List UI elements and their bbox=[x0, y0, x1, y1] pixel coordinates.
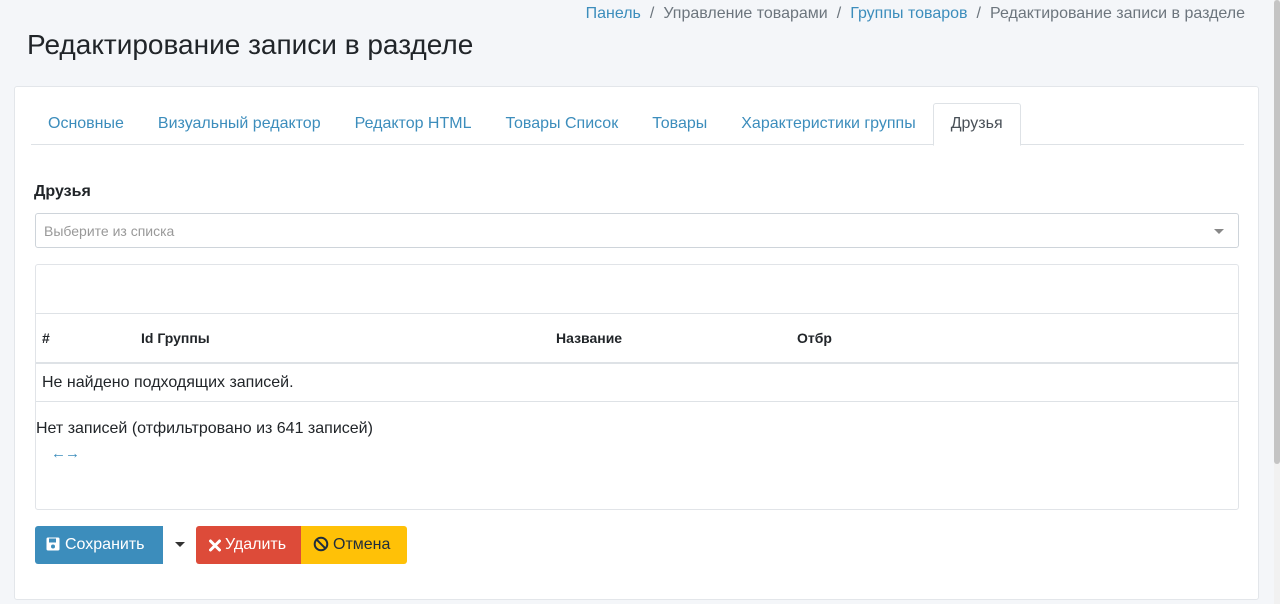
column-header-number[interactable]: # bbox=[42, 330, 50, 346]
page-scrollbar-thumb[interactable] bbox=[1274, 0, 1280, 464]
breadcrumb-item-products-management: Управление товарами bbox=[663, 5, 828, 22]
tab-products[interactable]: Товары bbox=[635, 103, 724, 145]
tab-products-list[interactable]: Товары Список bbox=[488, 103, 635, 145]
tab-visual-editor[interactable]: Визуальный редактор bbox=[141, 103, 338, 145]
tab-friends[interactable]: Друзья bbox=[932, 103, 1021, 146]
friends-label: Друзья bbox=[34, 183, 91, 200]
edit-card: Основные Визуальный редактор Редактор HT… bbox=[14, 86, 1259, 600]
caret-down-icon bbox=[175, 542, 185, 547]
breadcrumb: Панель / Управление товарами / Группы то… bbox=[586, 4, 1245, 24]
breadcrumb-separator: / bbox=[836, 5, 842, 22]
tab-bar: Основные Визуальный редактор Редактор HT… bbox=[31, 103, 1244, 146]
tab-html-editor[interactable]: Редактор HTML bbox=[338, 103, 489, 145]
column-header-name[interactable]: Название bbox=[556, 330, 622, 346]
ban-icon bbox=[313, 536, 329, 552]
save-options-dropdown-button[interactable] bbox=[163, 526, 195, 564]
page-title: Редактирование записи в разделе bbox=[27, 29, 474, 60]
friends-select-placeholder: Выберите из списка bbox=[44, 223, 175, 239]
grid-empty-row: Не найдено подходящих записей. bbox=[36, 364, 1238, 402]
delete-button[interactable]: Удалить bbox=[196, 526, 301, 564]
chevron-down-icon bbox=[1214, 229, 1224, 234]
grid-summary: Нет записей (отфильтровано из 641 записе… bbox=[36, 420, 373, 437]
pager-arrows-icon[interactable]: ←→ bbox=[51, 445, 80, 462]
grid-empty-text: Не найдено подходящих записей. bbox=[42, 374, 294, 391]
friends-grid: # Id Группы Название Отбр Не найдено под… bbox=[35, 264, 1239, 510]
breadcrumb-link-panel[interactable]: Панель bbox=[586, 4, 641, 24]
column-header-otbr[interactable]: Отбр bbox=[797, 330, 832, 346]
save-button[interactable]: Сохранить bbox=[35, 526, 163, 564]
cancel-button-label: Отмена bbox=[333, 536, 391, 553]
close-icon bbox=[209, 539, 221, 552]
save-button-label: Сохранить bbox=[65, 536, 145, 553]
breadcrumb-separator: / bbox=[976, 5, 981, 22]
tab-main[interactable]: Основные bbox=[31, 103, 141, 145]
floppy-disk-icon bbox=[46, 537, 60, 551]
grid-toolbar bbox=[36, 265, 1238, 314]
column-header-group-id[interactable]: Id Группы bbox=[141, 330, 210, 346]
breadcrumb-current: Редактирование записи в разделе bbox=[989, 5, 1245, 22]
delete-button-label: Удалить bbox=[225, 536, 287, 553]
breadcrumb-link-product-groups[interactable]: Группы товаров bbox=[850, 4, 967, 24]
grid-header-row: # Id Группы Название Отбр bbox=[36, 314, 1238, 364]
page-scrollbar[interactable] bbox=[1274, 0, 1280, 604]
tab-group-characteristics[interactable]: Характеристики группы bbox=[724, 103, 932, 145]
friends-select[interactable]: Выберите из списка bbox=[35, 213, 1239, 248]
cancel-button[interactable]: Отмена bbox=[301, 526, 407, 564]
breadcrumb-separator: / bbox=[649, 5, 655, 22]
